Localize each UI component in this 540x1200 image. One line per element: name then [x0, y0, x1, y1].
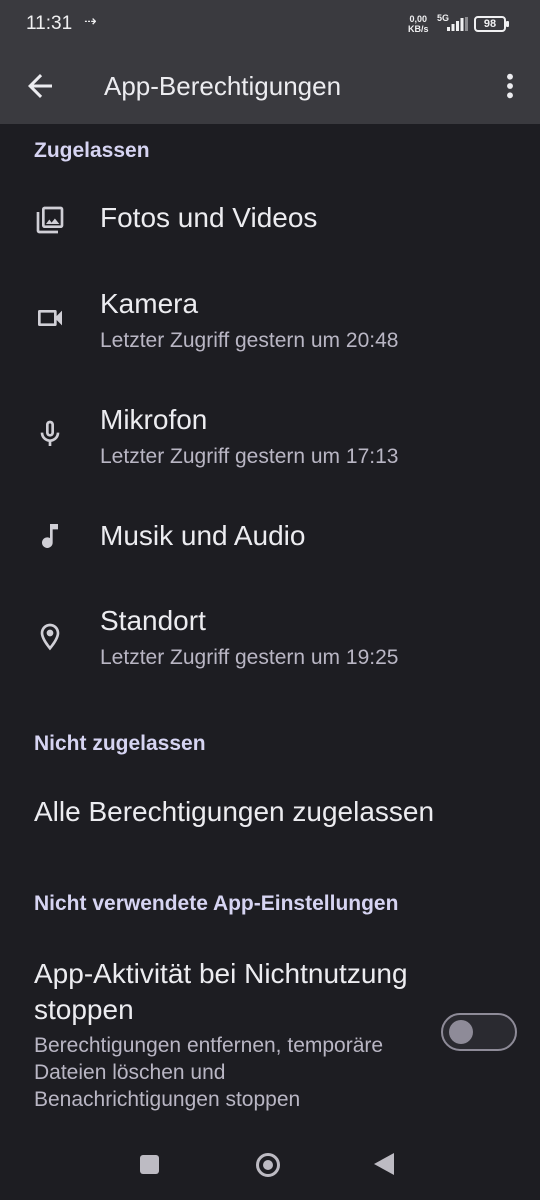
permission-title: Standort — [100, 605, 206, 636]
net-speed-unit: KB/s — [408, 24, 429, 34]
status-time: 11:31 — [26, 13, 73, 34]
status-bar: 11:31 ⇢ 0,00 KB/s 5G 98 — [0, 0, 540, 48]
videocam-icon — [38, 310, 62, 326]
permission-title: Musik und Audio — [100, 520, 306, 551]
more-vert-icon[interactable] — [494, 68, 526, 104]
battery-level: 98 — [483, 18, 497, 30]
permission-item-location[interactable]: Standort Letzter Zugriff gestern um 19:2… — [0, 597, 540, 693]
nav-back-icon[interactable] — [374, 1153, 394, 1175]
permission-title: Mikrofon — [100, 404, 208, 435]
permission-subtitle: Letzter Zugriff gestern um 17:13 — [100, 445, 399, 468]
section-header-unused: Nicht verwendete App-Einstellungen — [34, 892, 399, 915]
location-pin-icon — [40, 623, 60, 651]
section-header-not-allowed: Nicht zugelassen — [34, 732, 206, 755]
permission-title: Fotos und Videos — [100, 202, 318, 233]
home-icon[interactable] — [256, 1153, 280, 1177]
battery-icon: 98 — [474, 16, 509, 32]
pause-app-activity-switch[interactable] — [441, 1013, 517, 1051]
page-title: App-Berechtigungen — [104, 71, 342, 101]
data-transfer-icon: ⇢ — [84, 13, 97, 30]
permission-subtitle: Letzter Zugriff gestern um 20:48 — [100, 329, 399, 352]
pause-app-activity-title[interactable]: App-Aktivität bei Nichtnutzung stoppen — [34, 956, 414, 1028]
permission-item-camera[interactable]: Kamera Letzter Zugriff gestern um 20:48 — [0, 280, 540, 376]
permission-title: Kamera — [100, 288, 199, 319]
signal-icon — [447, 17, 468, 31]
mic-icon — [40, 420, 60, 446]
app-bar: App-Berechtigungen — [0, 48, 540, 124]
section-header-allowed: Zugelassen — [34, 139, 150, 162]
photo-library-icon — [36, 206, 64, 234]
navigation-bar — [0, 1130, 540, 1200]
permission-item-photos[interactable]: Fotos und Videos — [0, 180, 540, 260]
permission-item-microphone[interactable]: Mikrofon Letzter Zugriff gestern um 17:1… — [0, 396, 540, 492]
net-speed-value: 0,00 — [409, 14, 428, 24]
switch-knob — [449, 1020, 473, 1044]
pause-app-activity-description: Berechtigungen entfernen, temporäre Date… — [34, 1034, 384, 1111]
all-permissions-allowed-item[interactable]: Alle Berechtigungen zugelassen — [34, 796, 434, 828]
permission-item-music[interactable]: Musik und Audio — [0, 498, 540, 578]
arrow-back-icon[interactable] — [22, 68, 58, 104]
permission-subtitle: Letzter Zugriff gestern um 19:25 — [100, 646, 399, 669]
recent-apps-icon[interactable] — [140, 1155, 159, 1174]
music-note-icon — [42, 524, 58, 548]
net-speed: 0,00 KB/s — [408, 14, 429, 34]
